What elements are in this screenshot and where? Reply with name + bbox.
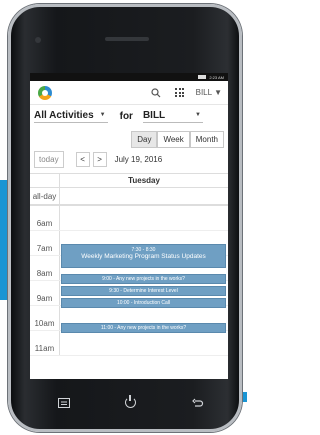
apps-grid-icon[interactable] — [172, 85, 188, 101]
event-title: Weekly Marketing Program Status Updates — [81, 253, 206, 260]
event-block[interactable]: 10:00 - Introduction Call — [61, 298, 226, 308]
event-block[interactable]: 11:00 - Any new projects in the works? — [61, 323, 226, 333]
week-view-button[interactable]: Week — [157, 131, 190, 148]
month-view-button[interactable]: Month — [189, 131, 224, 148]
person-select[interactable]: BILL ▼ — [142, 109, 203, 123]
event-block[interactable]: 9:00 - Any new projects in the works? — [61, 274, 226, 284]
screen: 2:23 AM BILL ▼ All Activities ▼ for BILL… — [30, 73, 228, 379]
day-header: Tuesday — [128, 176, 160, 185]
hour-label: 9am — [30, 281, 60, 305]
event-block[interactable]: 9:30 - Determine Interest Level — [61, 286, 226, 296]
current-date: July 19, 2016 — [114, 154, 163, 164]
event-title: 11:00 - Any new projects in the works? — [100, 325, 187, 331]
menu-icon[interactable] — [54, 397, 74, 411]
hour-label: 10am — [30, 306, 60, 330]
status-time: 2:23 AM — [209, 74, 224, 80]
search-icon[interactable] — [148, 85, 164, 101]
power-home-icon[interactable] — [121, 395, 141, 411]
user-menu-button[interactable]: BILL ▼ — [196, 88, 222, 97]
hour-slot[interactable]: 11am — [30, 331, 228, 356]
caret-down-icon: ▼ — [214, 88, 222, 97]
event-title: 9:00 - Any new projects in the works? — [102, 276, 185, 282]
day-view-button[interactable]: Day — [131, 131, 158, 148]
event-title: 9:30 - Determine Interest Level — [109, 288, 178, 294]
hour-grid: 6am 7am 8am 9am 10am 11am 7:30 - 8:30 We… — [30, 206, 228, 356]
hour-slot[interactable]: 6am — [30, 206, 228, 231]
day-calendar: Tuesday all-day 6am 7am 8am 9am 10am 11a… — [30, 173, 228, 379]
status-bar: 2:23 AM — [30, 73, 228, 81]
date-nav: today < > July 19, 2016 — [30, 148, 228, 170]
app-logo-icon[interactable] — [38, 85, 52, 100]
hour-label: 6am — [30, 206, 60, 230]
user-name: BILL — [195, 88, 213, 97]
event-block[interactable]: 7:30 - 8:30 Weekly Marketing Program Sta… — [61, 244, 226, 268]
for-label: for — [119, 110, 133, 122]
prev-button[interactable]: < — [75, 151, 90, 167]
allday-row[interactable]: all-day — [30, 188, 228, 206]
activity-select[interactable]: All Activities ▼ — [34, 110, 108, 123]
front-camera — [35, 37, 41, 43]
phone-frame: 2:23 AM BILL ▼ All Activities ▼ for BILL… — [8, 4, 242, 432]
event-title: 10:00 - Introduction Call — [116, 300, 171, 306]
hour-label: 8am — [30, 256, 60, 280]
calendar-header: Tuesday — [30, 174, 228, 188]
earpiece — [105, 37, 149, 41]
today-button[interactable]: today — [34, 150, 64, 168]
caret-down-icon: ▼ — [99, 112, 106, 118]
back-icon[interactable] — [188, 397, 208, 411]
hour-label: 7am — [30, 231, 60, 255]
person-select-value: BILL — [142, 109, 166, 121]
allday-label: all-day — [30, 188, 60, 204]
signal-icon — [198, 75, 207, 79]
caret-down-icon: ▼ — [195, 112, 201, 118]
hour-label: 11am — [30, 331, 60, 355]
app-bar: BILL ▼ — [30, 81, 228, 105]
view-switcher: Day Week Month — [30, 127, 228, 148]
android-nav-bar — [11, 384, 251, 424]
filter-row: All Activities ▼ for BILL ▼ — [30, 105, 228, 127]
activity-select-value: All Activities — [34, 109, 94, 121]
next-button[interactable]: > — [92, 151, 107, 167]
